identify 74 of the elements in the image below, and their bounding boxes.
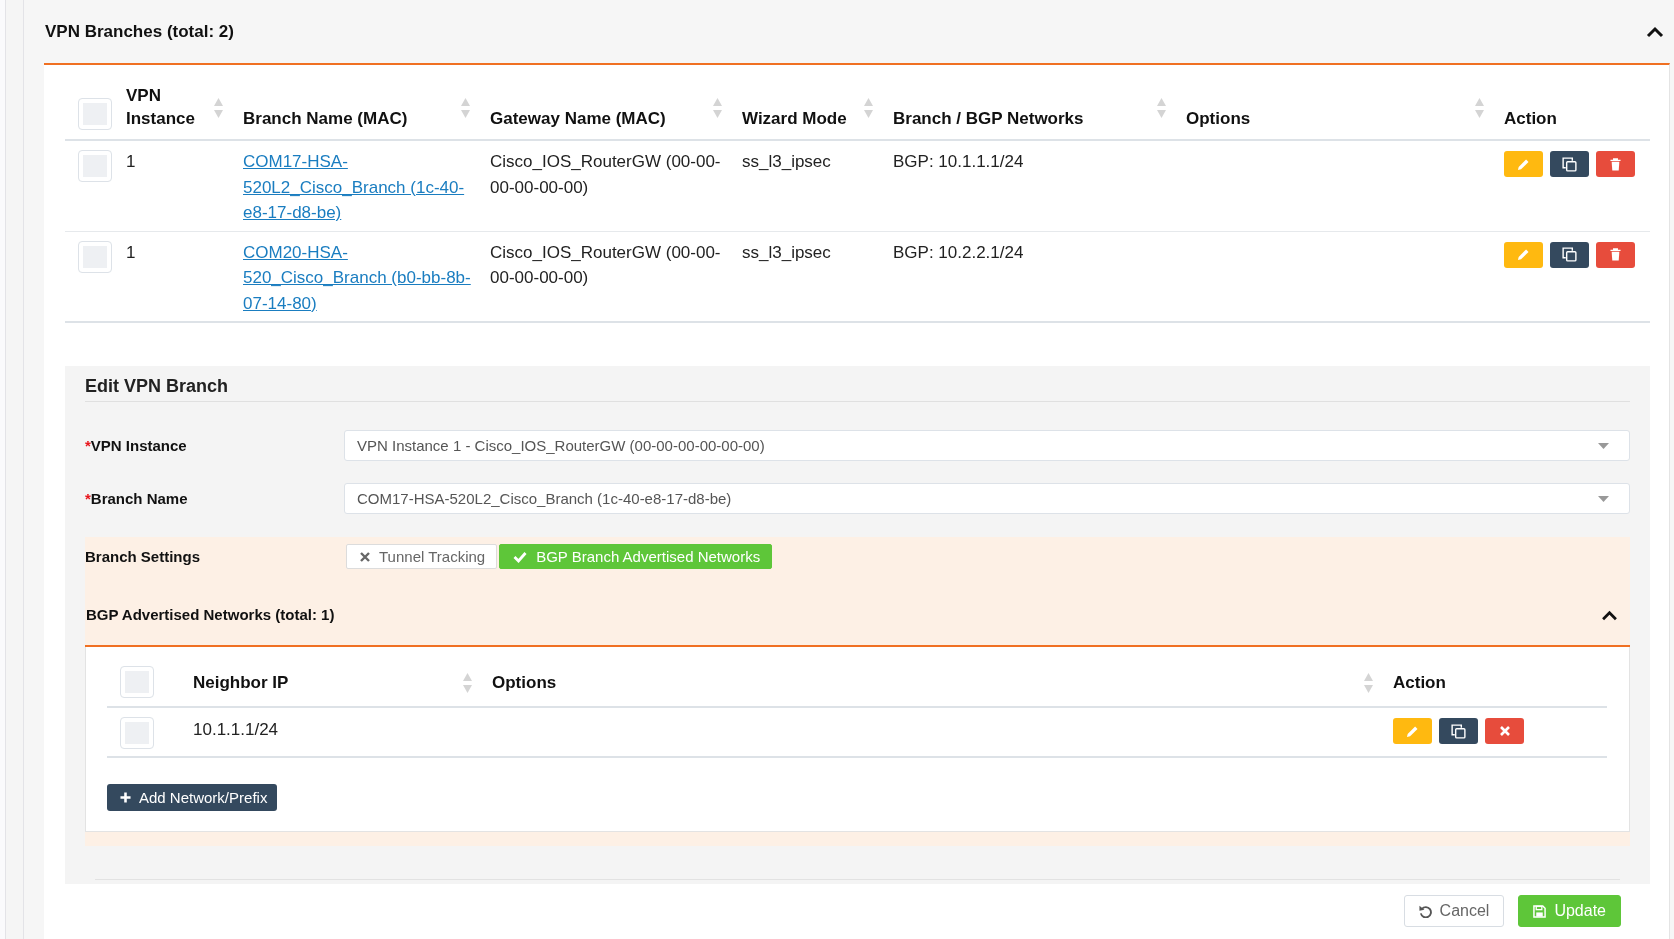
sort-icon[interactable]	[1475, 97, 1484, 119]
sort-icon[interactable]	[1157, 97, 1166, 119]
gateway-name: Cisco_IOS_RouterGW (00-00-00-00-00-00)	[490, 152, 721, 197]
checkbox[interactable]	[78, 150, 112, 182]
instance-number: 1	[126, 242, 136, 262]
plus-icon	[120, 792, 131, 803]
checkbox[interactable]	[78, 98, 112, 130]
edit-button[interactable]	[1504, 151, 1543, 177]
section-title: BGP Advertised Networks (total: 1)	[86, 605, 335, 625]
section-title: VPN Branches (total: 2)	[45, 21, 234, 42]
sort-icon[interactable]	[713, 97, 722, 119]
branch-link[interactable]: COM17-HSA-520L2_Cisco_Branch (1c-40-e8-17-d8-be)	[243, 149, 475, 226]
toggle-button[interactable]: Tunnel Tracking	[346, 544, 498, 569]
required-mark: *	[85, 437, 91, 454]
checkbox[interactable]	[120, 666, 154, 698]
save-icon	[1533, 904, 1547, 918]
caret-icon	[1598, 495, 1609, 502]
chevron-up-icon[interactable]	[1601, 609, 1618, 621]
copy-icon	[1451, 723, 1466, 739]
column-header: Wizard Mode	[742, 108, 847, 130]
copy-button[interactable]	[1550, 241, 1589, 268]
column-header: Action	[1504, 108, 1557, 130]
form-title: Edit VPN Branch	[85, 376, 229, 396]
sort-icon[interactable]	[461, 97, 470, 119]
edit-button[interactable]	[1393, 718, 1432, 744]
column-header: Branch Name (MAC)	[243, 108, 408, 130]
check-icon	[513, 550, 528, 563]
pencil-icon	[1406, 724, 1419, 738]
neighbor-ip: 10.1.1.1/24	[193, 720, 279, 739]
delete-button[interactable]	[1596, 241, 1635, 268]
x-icon	[360, 551, 370, 562]
copy-button[interactable]	[1550, 151, 1589, 177]
column-header: Gateway Name (MAC)	[490, 108, 666, 130]
trash-icon	[1610, 157, 1621, 171]
sort-icon[interactable]	[214, 97, 223, 119]
wizard-mode: ss_l3_ipsec	[742, 152, 831, 171]
copy-icon	[1562, 247, 1577, 262]
edit-button[interactable]	[1504, 241, 1543, 268]
field-label: VPN Instance	[90, 437, 187, 454]
wizard-mode: ss_l3_ipsec	[742, 242, 831, 262]
column-header: Action	[1393, 672, 1446, 694]
column-header: Options	[1186, 108, 1251, 130]
dropdown[interactable]: COM17-HSA-520L2_Cisco_Branch (1c-40-e8-17-d8-be)	[344, 483, 1630, 514]
branch-link[interactable]: COM20-HSA-520_Cisco_Branch (b0-bb-8b-07-14-80)	[243, 239, 475, 316]
remove-button[interactable]	[1485, 718, 1524, 744]
column-header: Neighbor IP	[193, 672, 289, 694]
checkbox[interactable]	[78, 240, 112, 273]
copy-button[interactable]	[1439, 718, 1478, 744]
pencil-icon	[1517, 248, 1530, 261]
dropdown[interactable]: VPN Instance 1 - Cisco_IOS_RouterGW (00-00-00-00-00-00)	[344, 430, 1630, 461]
sort-icon[interactable]	[1364, 672, 1373, 694]
x-icon	[1499, 726, 1510, 736]
chevron-up-icon[interactable]	[1646, 25, 1664, 38]
sort-icon[interactable]	[864, 97, 873, 119]
gateway-name: Cisco_IOS_RouterGW (00-00-00-00-00-00)	[490, 242, 721, 287]
network-text: BGP: 10.1.1.1/24	[893, 152, 1024, 171]
required-mark: *	[85, 490, 91, 507]
checkbox[interactable]	[120, 717, 154, 749]
column-header: VPN Instance	[126, 85, 196, 130]
caret-icon	[1598, 442, 1609, 449]
cancel-button[interactable]: Cancel	[1403, 895, 1505, 927]
delete-button[interactable]	[1596, 151, 1635, 177]
undo-icon	[1418, 904, 1432, 918]
add-button[interactable]: Add Network/Prefix	[107, 784, 278, 811]
field-label: Branch Name	[90, 490, 188, 507]
trash-icon	[1610, 248, 1621, 261]
network-text: BGP: 10.2.2.1/24	[893, 242, 1024, 262]
column-header: Branch / BGP Networks	[893, 108, 1084, 130]
pencil-icon	[1517, 157, 1530, 171]
sort-icon[interactable]	[463, 672, 472, 694]
field-label: Branch Settings	[85, 548, 202, 565]
column-header: Options	[492, 672, 557, 694]
copy-icon	[1562, 156, 1577, 172]
instance-number: 1	[126, 152, 136, 171]
